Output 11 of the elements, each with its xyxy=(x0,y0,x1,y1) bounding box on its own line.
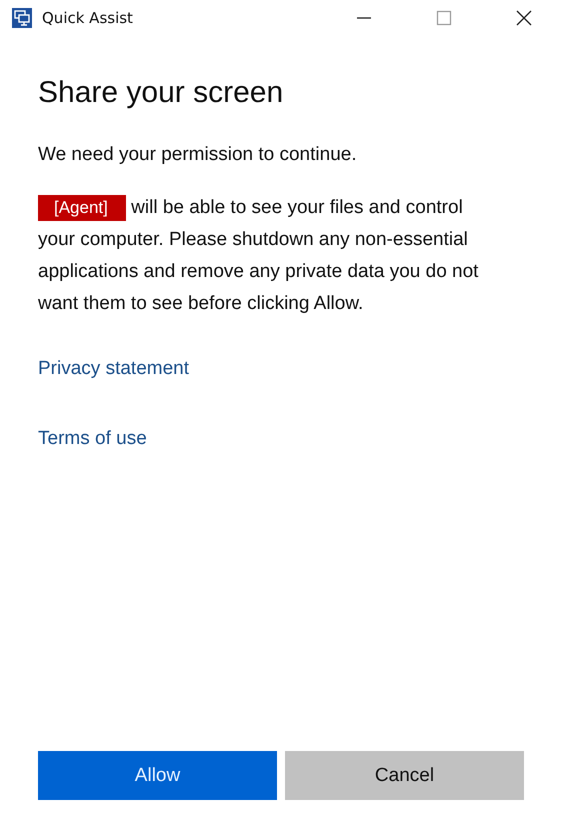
monitor-icon xyxy=(12,8,32,28)
maximize-icon[interactable] xyxy=(436,10,452,26)
permission-text: We need your permission to continue. xyxy=(38,144,357,166)
window-title: Quick Assist xyxy=(42,9,133,27)
link[interactable]: Privacy statement xyxy=(38,358,189,380)
dialog-heading: Share your screen xyxy=(38,76,284,110)
allow-button[interactable]: Allow xyxy=(38,751,277,800)
cancel-button[interactable]: Cancel xyxy=(285,751,524,800)
close-icon[interactable] xyxy=(516,10,532,26)
notice-text: [Agent] will be able to see your files and control your computer. Please shutdown any non-essential applications and remove any private data you do not want them to see before clicking Allow. xyxy=(38,194,480,316)
link[interactable]: Terms of use xyxy=(38,428,147,450)
